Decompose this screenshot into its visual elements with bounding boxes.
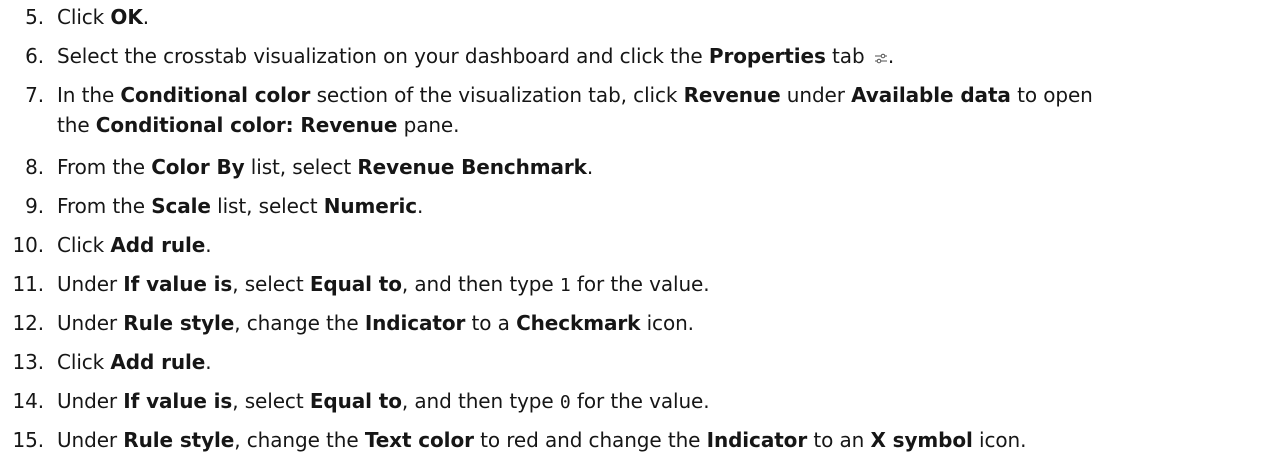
- step-text: Under: [57, 389, 124, 413]
- step-content: Click Add rule.: [57, 230, 212, 260]
- step-number: 5.: [25, 5, 44, 29]
- step-content: Under If value is, select Equal to, and …: [57, 269, 710, 301]
- step-content: Under Rule style, change the Indicator t…: [57, 308, 694, 338]
- step-text: for the value.: [570, 272, 710, 296]
- ui-term: Add rule: [110, 233, 206, 257]
- step-content: From the Color By list, select Revenue B…: [57, 152, 593, 182]
- step-number: 14.: [12, 389, 44, 413]
- step-content: In the Conditional color section of the …: [57, 80, 1093, 110]
- step-text: From the: [57, 194, 152, 218]
- step-text: to open: [1010, 83, 1093, 107]
- step-text: to an: [807, 428, 871, 452]
- step-content: From the Scale list, select Numeric.: [57, 191, 423, 221]
- step-number: 11.: [12, 272, 44, 296]
- step-number: 15.: [12, 428, 44, 452]
- typed-value: 1: [559, 275, 571, 296]
- ui-term: Text color: [364, 428, 474, 452]
- step-text: Click: [57, 350, 111, 374]
- ui-term: Conditional color: [120, 83, 311, 107]
- step-number: 12.: [12, 311, 44, 335]
- step-text: , and then type: [401, 272, 560, 296]
- step-text: , change the: [234, 428, 365, 452]
- step-content-continued: the Conditional color: Revenue pane.: [57, 110, 459, 140]
- step-text: under: [780, 83, 852, 107]
- step-text: Click: [57, 233, 111, 257]
- properties-icon: [874, 42, 888, 64]
- step-number: 6.: [25, 44, 44, 68]
- step-text: section of the visualization tab, click: [310, 83, 684, 107]
- step-text: to a: [465, 311, 517, 335]
- step-content: Select the crosstab visualization on you…: [57, 41, 894, 71]
- ui-term: Color By: [151, 155, 245, 179]
- step-text: , select: [232, 272, 310, 296]
- instruction-steps: 5. Click OK. 6. Select the crosstab visuali…: [0, 0, 1273, 468]
- step-content: Click Add rule.: [57, 347, 212, 377]
- ui-term: Revenue: [683, 83, 781, 107]
- step-text: .: [417, 194, 424, 218]
- step-text: .: [887, 44, 895, 68]
- step-text: In the: [57, 83, 121, 107]
- ui-term: Revenue Benchmark: [357, 155, 587, 179]
- step-text: pane.: [397, 113, 460, 137]
- step-text: the: [57, 113, 96, 137]
- typed-value: 0: [559, 392, 571, 413]
- ui-term: Equal to: [309, 389, 402, 413]
- step-content: Click OK.: [57, 2, 149, 32]
- ui-term: Scale: [151, 194, 211, 218]
- ui-term: X symbol: [870, 428, 973, 452]
- step-text: Under: [57, 428, 124, 452]
- step-text: for the value.: [570, 389, 710, 413]
- ui-term: Rule style: [123, 428, 235, 452]
- ui-term: Conditional color: Revenue: [95, 113, 398, 137]
- step-text: .: [205, 233, 212, 257]
- step-text: , select: [232, 389, 310, 413]
- step-text: From the: [57, 155, 152, 179]
- ui-term: OK: [110, 5, 143, 29]
- ui-term: Properties: [708, 44, 826, 68]
- step-number: 7.: [25, 83, 44, 107]
- step-text: Under: [57, 272, 124, 296]
- step-text: icon.: [972, 428, 1027, 452]
- step-content: Under Rule style, change the Text color …: [57, 425, 1026, 455]
- ui-term: If value is: [123, 389, 233, 413]
- step-text: .: [586, 155, 594, 179]
- step-text: Select the crosstab visualization on you…: [57, 44, 709, 68]
- step-text: Click: [57, 5, 111, 29]
- step-text: icon.: [640, 311, 694, 335]
- ui-term: Rule style: [123, 311, 235, 335]
- step-number: 9.: [25, 194, 44, 218]
- step-text: list, select: [244, 155, 358, 179]
- step-text: .: [142, 5, 149, 29]
- step-text: tab: [825, 44, 871, 68]
- ui-term: Numeric: [323, 194, 417, 218]
- step-text: , and then type: [401, 389, 560, 413]
- step-text: Under: [57, 311, 124, 335]
- ui-term: Checkmark: [516, 311, 641, 335]
- step-content: Under If value is, select Equal to, and …: [57, 386, 710, 418]
- ui-term: Equal to: [309, 272, 402, 296]
- step-text: , change the: [234, 311, 365, 335]
- ui-term: If value is: [123, 272, 233, 296]
- ui-term: Available data: [851, 83, 1011, 107]
- step-number: 8.: [25, 155, 44, 179]
- step-number: 10.: [12, 233, 44, 257]
- step-text: .: [205, 350, 212, 374]
- step-text: to red and change the: [473, 428, 707, 452]
- step-number: 13.: [12, 350, 44, 374]
- ui-term: Indicator: [706, 428, 808, 452]
- ui-term: Indicator: [364, 311, 466, 335]
- step-text: list, select: [210, 194, 324, 218]
- ui-term: Add rule: [110, 350, 206, 374]
